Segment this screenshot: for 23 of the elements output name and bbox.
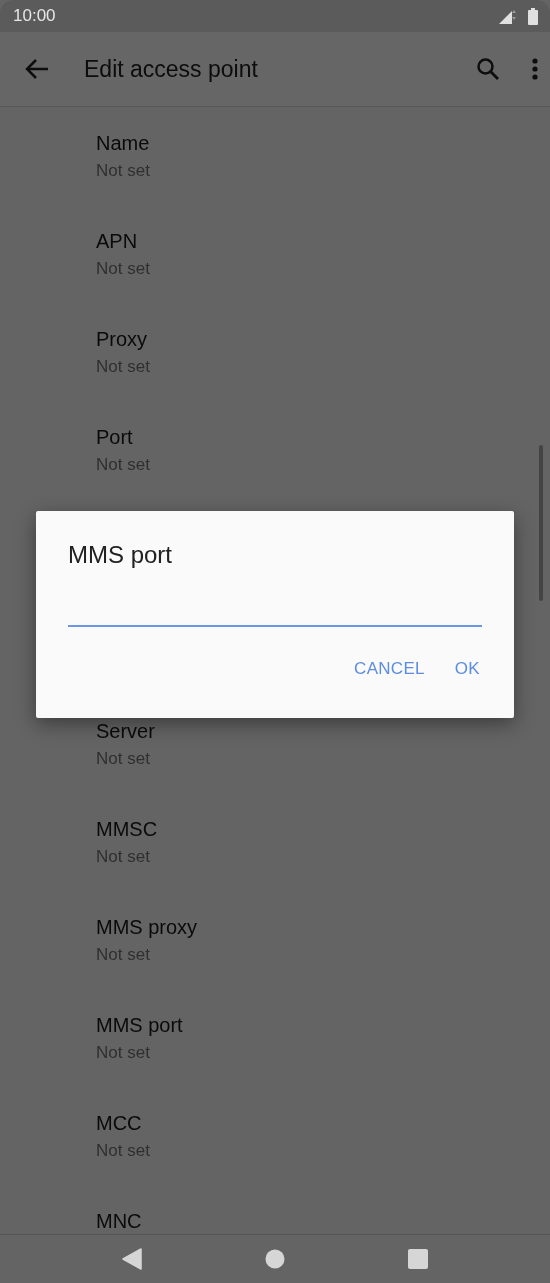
dialog-button[interactable]: OK	[444, 651, 490, 687]
signal-icon	[498, 8, 518, 24]
setting-title: MMS port	[96, 1013, 183, 1037]
dialog-button[interactable]: CANCEL	[344, 651, 435, 687]
search-icon[interactable]	[476, 57, 500, 81]
setting-title: Server	[96, 719, 155, 743]
clock: 10:00	[13, 6, 57, 26]
more-options-icon[interactable]	[532, 58, 538, 80]
setting-title: MCC	[96, 1111, 142, 1135]
dialog-title: MMS port	[68, 540, 172, 570]
screen-title: Edit access point	[84, 55, 259, 83]
recent-apps-icon[interactable]	[408, 1249, 429, 1269]
setting-title: MMSC	[96, 817, 158, 841]
setting-title: MNC	[96, 1209, 142, 1233]
home-icon[interactable]	[265, 1249, 285, 1269]
back-icon[interactable]	[121, 1248, 142, 1270]
setting-title: Proxy	[96, 327, 148, 351]
back-arrow-icon[interactable]	[24, 57, 50, 81]
battery-icon	[528, 7, 538, 25]
setting-title: APN	[96, 229, 138, 253]
setting-title: Port	[96, 425, 133, 449]
setting-title: Name	[96, 131, 150, 155]
setting-title: MMS proxy	[96, 915, 198, 939]
